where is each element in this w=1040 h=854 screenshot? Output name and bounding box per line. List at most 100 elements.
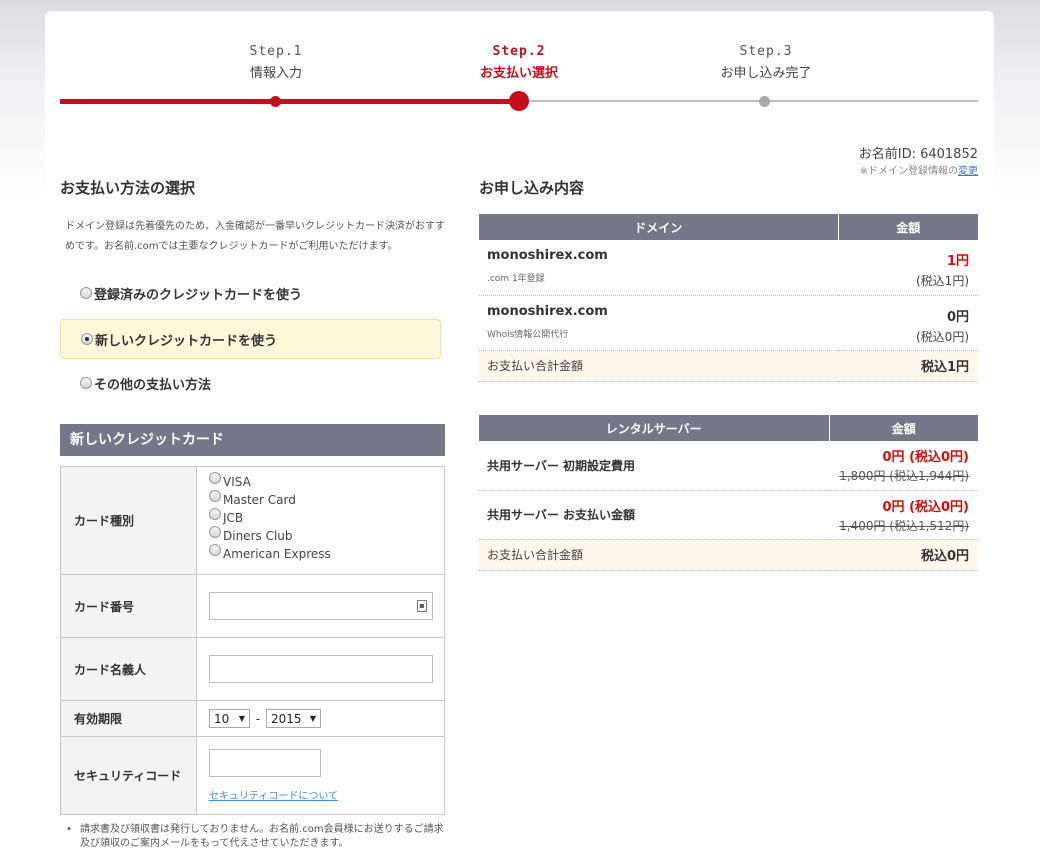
- domain-option-price-tax: (税込0円): [916, 329, 969, 344]
- user-id-note: ※ドメイン登録情報の変更: [860, 162, 978, 177]
- expiry-separator: -: [255, 711, 261, 726]
- card-holder-cell: [196, 637, 445, 701]
- step-1-dot: [270, 96, 281, 107]
- brand-visa[interactable]: VISA: [209, 472, 444, 491]
- invoice-note: 請求書及び領収書は発行しておりません。お名前.com会員様にお送りするご請求及び…: [66, 823, 451, 851]
- card-form-table: カード種別 VISA Master Card JCB Diners Club A…: [60, 466, 445, 815]
- payment-option-other-label: その他の支払い方法: [94, 377, 212, 393]
- server-total-row: お支払い合計金額 税込0円: [479, 539, 978, 571]
- step-3-dot: [759, 96, 770, 107]
- domain-total-value: 税込1円: [838, 350, 978, 382]
- server-total-label: お支払い合計金額: [479, 539, 829, 571]
- brand-jcb-label: JCB: [223, 511, 244, 525]
- card-type-label: カード種別: [60, 466, 197, 575]
- expiry-month-select[interactable]: 10 ▼: [209, 709, 250, 728]
- radio-visa[interactable]: [209, 472, 221, 484]
- step-2-number: Step.2: [492, 44, 546, 59]
- user-id-note-text: ※ドメイン登録情報の: [859, 166, 958, 177]
- step-1-name: 情報入力: [249, 66, 302, 81]
- progress-fill: [60, 99, 519, 104]
- user-id: お名前ID: 6401852: [858, 147, 978, 162]
- step-3-number: Step.3: [739, 44, 793, 59]
- server-item-name: 共用サーバー お支払い金額: [479, 490, 829, 540]
- step-2-dot: [509, 91, 529, 111]
- step-1: Step.1 情報入力: [206, 44, 346, 81]
- step-2-name: お支払い選択: [479, 66, 558, 81]
- chevron-down-icon: ▼: [309, 714, 316, 723]
- card-type-cell: VISA Master Card JCB Diners Club America…: [196, 466, 445, 575]
- server-item-original-price: 1,400円 (税込1,512円): [839, 518, 969, 533]
- server-total-value: 税込0円: [829, 539, 978, 571]
- autofill-contact-icon[interactable]: ▪: [417, 600, 427, 612]
- brand-amex[interactable]: American Express: [209, 544, 444, 563]
- new-card-header: 新しいクレジットカード: [60, 424, 445, 456]
- step-2: Step.2 お支払い選択: [449, 44, 589, 81]
- radio-amex[interactable]: [209, 544, 221, 556]
- radio-mastercard[interactable]: [209, 490, 221, 502]
- radio-diners[interactable]: [209, 526, 221, 538]
- domain-row: monoshirex.com Whois情報公開代行 0円 (税込0円): [479, 295, 978, 351]
- server-row: 共用サーバー お支払い金額 0円 (税込0円) 1,400円 (税込1,512円…: [479, 490, 978, 540]
- payment-title: お支払い方法の選択: [60, 179, 196, 197]
- brand-mastercard[interactable]: Master Card: [209, 490, 444, 509]
- domain-total-row: お支払い合計金額 税込1円: [479, 350, 978, 382]
- radio-jcb[interactable]: [209, 508, 221, 520]
- card-number-input[interactable]: ▪: [209, 592, 433, 620]
- order-title: お申し込み内容: [479, 179, 585, 197]
- card-number-label: カード番号: [60, 574, 197, 638]
- payment-lead: ドメイン登録は先着優先のため、入金確認が一番早いクレジットカード決済がおすすめで…: [65, 221, 445, 252]
- server-item-original-price: 1,800円 (税込1,944円): [839, 469, 969, 484]
- server-col-header: レンタルサーバー: [479, 415, 830, 441]
- payment-option-other[interactable]: その他の支払い方法: [60, 363, 441, 403]
- security-code-label: セキュリティコード: [60, 736, 197, 815]
- domain-price: 1円: [946, 254, 969, 269]
- step-3-name: お申し込み完了: [720, 66, 812, 81]
- step-3: Step.3 お申し込み完了: [696, 44, 836, 81]
- security-code-help-link[interactable]: セキュリティコードについて: [209, 787, 444, 802]
- invoice-note-item: 請求書及び領収書は発行しておりません。お名前.com会員様にお送りするご請求及び…: [66, 823, 451, 851]
- step-1-number: Step.1: [249, 44, 303, 59]
- payment-option-new-card[interactable]: 新しいクレジットカードを使う: [60, 319, 441, 359]
- step-progress: Step.1 情報入力 Step.2 お支払い選択 Step.3 お申し込み完了: [60, 44, 978, 114]
- expiry-cell: 10 ▼ - 2015 ▼: [196, 700, 445, 737]
- brand-amex-label: American Express: [223, 547, 331, 561]
- radio-registered-card[interactable]: [80, 287, 92, 299]
- brand-jcb[interactable]: JCB: [209, 508, 444, 527]
- radio-other-payment[interactable]: [80, 377, 92, 389]
- payment-option-new-card-label: 新しいクレジットカードを使う: [95, 333, 278, 349]
- domain-total-label: お支払い合計金額: [479, 350, 838, 382]
- domain-option: Whois情報公開代行: [487, 329, 569, 340]
- domain-price-col-header: 金額: [838, 214, 978, 240]
- brand-visa-label: VISA: [223, 475, 251, 489]
- payment-option-registered-card[interactable]: 登録済みのクレジットカードを使う: [60, 273, 441, 313]
- chevron-down-icon: ▼: [238, 714, 245, 723]
- server-item-price: 0円 (税込0円): [882, 450, 970, 466]
- expiry-year-select[interactable]: 2015 ▼: [266, 709, 321, 728]
- server-item-name: 共用サーバー 初期設定費用: [479, 441, 829, 491]
- card-holder-input[interactable]: [209, 655, 433, 683]
- domain-name: monoshirex.com: [487, 248, 608, 263]
- server-order-table: レンタルサーバー 金額 共用サーバー 初期設定費用 0円 (税込0円) 1,80…: [479, 415, 978, 571]
- security-code-cell: セキュリティコードについて: [196, 736, 445, 815]
- brand-diners[interactable]: Diners Club: [209, 526, 444, 545]
- domain-order-table: ドメイン 金額 monoshirex.com .com 1年登録 1円 (税込1…: [479, 214, 978, 382]
- change-domain-info-link[interactable]: 変更: [958, 166, 978, 177]
- domain-col-header: ドメイン: [479, 214, 839, 240]
- payment-option-registered-card-label: 登録済みのクレジットカードを使う: [94, 287, 303, 303]
- server-item-price: 0円 (税込0円): [882, 499, 970, 515]
- card-holder-label: カード名義人: [60, 637, 197, 701]
- expiry-month-value: 10: [214, 711, 230, 726]
- server-row: 共用サーバー 初期設定費用 0円 (税込0円) 1,800円 (税込1,944円…: [479, 441, 978, 491]
- card-number-cell: ▪: [196, 574, 445, 638]
- brand-mastercard-label: Master Card: [223, 493, 296, 507]
- domain-plan: .com 1年登録: [487, 274, 545, 284]
- expiry-year-value: 2015: [271, 711, 302, 726]
- domain-name: monoshirex.com: [487, 303, 608, 319]
- brand-diners-label: Diners Club: [223, 529, 293, 543]
- radio-new-card[interactable]: [81, 333, 93, 345]
- domain-row: monoshirex.com .com 1年登録 1円 (税込1円): [479, 240, 978, 296]
- domain-option-price: 0円: [946, 309, 969, 325]
- server-price-col-header: 金額: [829, 415, 978, 441]
- security-code-input[interactable]: [209, 749, 321, 777]
- expiry-label: 有効期限: [60, 700, 197, 737]
